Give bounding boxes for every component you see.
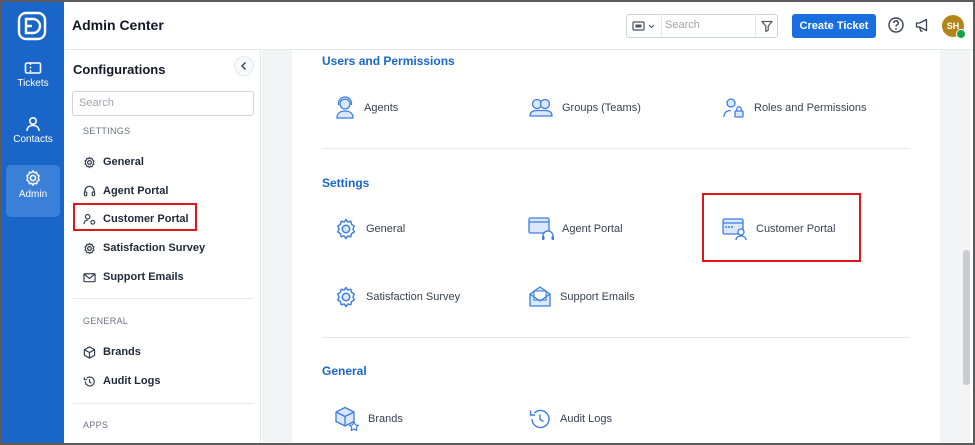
tile-brands[interactable]: Brands [334, 404, 403, 434]
tile-groups-teams[interactable]: Groups (Teams) [528, 93, 641, 123]
box-icon [83, 345, 96, 359]
agent-portal-icon [528, 217, 554, 240]
rail-label-tickets: Tickets [17, 78, 49, 89]
main-content: Users and Permissions Agents Groups (Tea… [262, 50, 970, 443]
box-star-icon [335, 406, 360, 432]
group-icon [529, 98, 553, 117]
help-icon[interactable] [887, 16, 905, 34]
filter-button[interactable] [755, 15, 777, 37]
ticket-type-icon [632, 21, 655, 31]
agent-headset-icon [336, 96, 354, 119]
tile-label: Support Emails [560, 291, 635, 303]
history-icon [529, 409, 550, 429]
config-item-label: General [103, 156, 144, 168]
tile-satisfaction-survey[interactable]: Satisfaction Survey [334, 282, 460, 312]
scrollbar-thumb[interactable] [963, 250, 970, 385]
section-label-settings: SETTINGS [83, 126, 131, 136]
tile-label: Agent Portal [562, 223, 623, 235]
headset-icon [83, 185, 96, 196]
history-icon [83, 375, 95, 387]
config-item-audit-logs[interactable]: Audit Logs [83, 371, 160, 391]
tile-label: Groups (Teams) [562, 102, 641, 114]
config-item-agent-portal[interactable]: Agent Portal [83, 181, 168, 201]
collapse-panel-button[interactable] [234, 56, 254, 76]
gear-icon [337, 218, 355, 240]
group-title-settings: Settings [322, 176, 370, 190]
group-divider [322, 148, 910, 149]
panel-title: Configurations [73, 62, 166, 77]
app-window: Tickets Contacts Admin Admin Center Sear… [0, 0, 975, 445]
config-item-label: Agent Portal [103, 185, 169, 197]
rail-label-contacts: Contacts [13, 134, 53, 145]
config-item-support-emails[interactable]: Support Emails [83, 267, 184, 287]
tile-label: General [366, 223, 406, 235]
rail-item-tickets[interactable]: Tickets [6, 56, 60, 108]
config-item-label: Support Emails [103, 271, 184, 283]
config-item-general[interactable]: General [83, 152, 144, 172]
config-search-input[interactable]: Search [72, 91, 254, 116]
section-label-apps: APPS [83, 420, 109, 430]
ticket-icon [24, 62, 42, 74]
filter-icon [761, 20, 773, 33]
gear-icon [337, 286, 355, 308]
mail-icon [529, 286, 551, 307]
contact-icon [26, 116, 40, 132]
left-nav-rail: Tickets Contacts Admin [2, 2, 64, 443]
rail-label-admin: Admin [18, 189, 48, 200]
config-item-label: Satisfaction Survey [103, 242, 206, 254]
tile-label: Satisfaction Survey [366, 291, 461, 303]
rail-item-admin[interactable]: Admin [6, 165, 60, 217]
tile-support-emails[interactable]: Support Emails [528, 282, 635, 312]
tile-general[interactable]: General [334, 214, 405, 244]
search-type-dropdown[interactable] [627, 15, 662, 37]
admin-settings-card: Users and Permissions Agents Groups (Tea… [292, 50, 940, 443]
tile-roles-permissions[interactable]: Roles and Permissions [722, 93, 867, 123]
highlight-box-customer-portal-tile [702, 193, 861, 262]
config-item-satisfaction-survey[interactable]: Satisfaction Survey [83, 238, 205, 258]
tile-label: Agents [364, 102, 399, 114]
gear-icon [26, 170, 40, 186]
tile-audit-logs[interactable]: Audit Logs [528, 404, 612, 434]
rail-item-contacts[interactable]: Contacts [6, 112, 60, 164]
tile-label: Roles and Permissions [754, 102, 867, 114]
chevron-left-icon [241, 62, 246, 70]
group-divider [322, 337, 910, 338]
gear-icon [84, 242, 95, 254]
config-item-label: Brands [103, 346, 141, 358]
mail-icon [83, 272, 96, 282]
brand-logo-icon[interactable] [17, 11, 47, 41]
create-ticket-button[interactable]: Create Ticket [792, 14, 876, 38]
config-item-label: Audit Logs [103, 375, 161, 387]
group-title-general: General [322, 364, 367, 378]
tile-label: Audit Logs [560, 413, 612, 425]
app-title: Admin Center [72, 17, 164, 33]
tile-label: Brands [368, 413, 403, 425]
tile-agents[interactable]: Agents [334, 93, 398, 123]
tile-agent-portal[interactable]: Agent Portal [528, 214, 623, 244]
top-bar: Admin Center Search Create Ticket SH [64, 2, 973, 50]
online-status-icon [956, 29, 966, 39]
highlight-box-customer-portal [73, 203, 197, 231]
section-label-general: GENERAL [83, 316, 129, 326]
search-input[interactable]: Search [665, 19, 700, 31]
announcement-icon[interactable] [914, 16, 932, 34]
configurations-panel: Configurations Search SETTINGS General A… [64, 50, 261, 443]
config-item-brands[interactable]: Brands [83, 342, 141, 362]
section-divider [73, 403, 253, 404]
role-lock-icon [723, 98, 744, 118]
global-search[interactable]: Search [626, 14, 778, 38]
section-divider [73, 298, 253, 299]
group-title-users-permissions: Users and Permissions [322, 54, 455, 68]
main-scrollbar[interactable] [963, 50, 970, 443]
gear-icon [84, 156, 95, 168]
